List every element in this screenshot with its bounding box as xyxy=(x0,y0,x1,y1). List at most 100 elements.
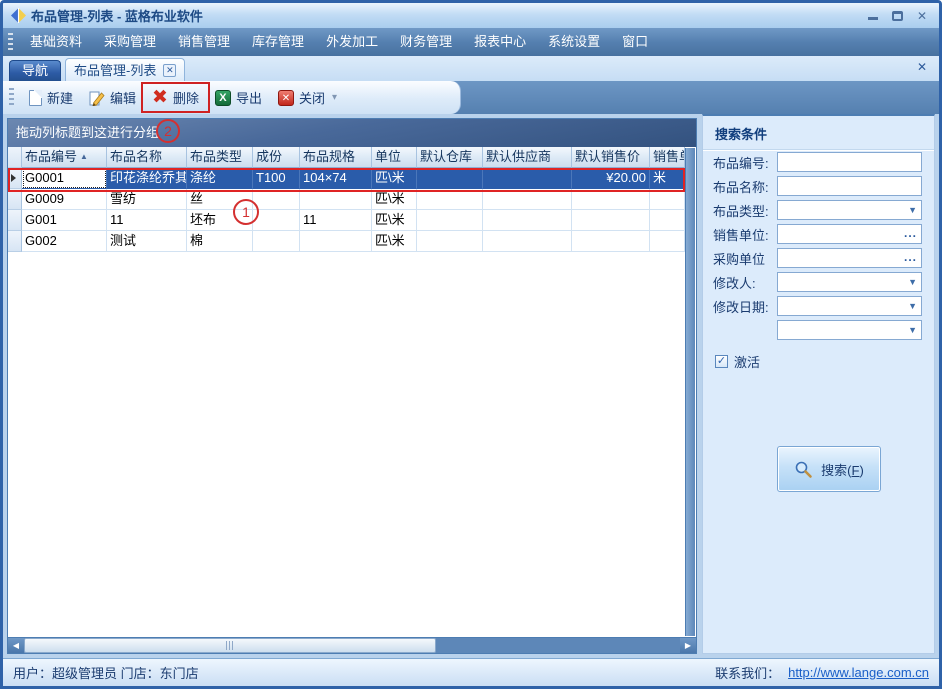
cell-spec[interactable] xyxy=(300,189,372,210)
cell-spec[interactable] xyxy=(300,231,372,252)
cell-price[interactable]: ¥20.00 xyxy=(572,168,650,189)
cell-price[interactable] xyxy=(572,189,650,210)
modify-date-from-combobox[interactable]: ▼ xyxy=(777,296,922,316)
cell-unit[interactable]: 匹\米 xyxy=(372,210,417,231)
table-row[interactable]: G0009 雪纺 丝 匹\米 xyxy=(8,189,685,210)
cell-composition[interactable] xyxy=(253,231,300,252)
scroll-left-icon[interactable]: ◀ xyxy=(8,638,24,653)
cell-name[interactable]: 测试 xyxy=(107,231,187,252)
chevron-down-icon[interactable]: ▼ xyxy=(908,325,917,335)
cell-sale-unit[interactable] xyxy=(650,189,685,210)
horizontal-scrollbar[interactable]: ◀ ▶ xyxy=(8,637,696,653)
chevron-down-icon[interactable]: ▾ xyxy=(332,92,337,103)
cell-warehouse[interactable] xyxy=(417,168,483,189)
cell-supplier[interactable] xyxy=(483,168,572,189)
menu-item-finance[interactable]: 财务管理 xyxy=(389,28,463,56)
menu-item-sales[interactable]: 销售管理 xyxy=(167,28,241,56)
chevron-down-icon[interactable]: ▼ xyxy=(908,301,917,311)
ellipsis-icon[interactable]: ... xyxy=(904,250,917,264)
column-header-spec[interactable]: 布品规格 xyxy=(300,147,372,168)
scrollbar-track[interactable] xyxy=(436,638,680,653)
tabstrip-close-icon[interactable]: ✕ xyxy=(917,60,927,74)
cell-sale-unit[interactable] xyxy=(650,210,685,231)
active-checkbox[interactable]: ✓ xyxy=(715,355,728,368)
tab-close-icon[interactable]: ✕ xyxy=(163,64,176,77)
column-header-warehouse[interactable]: 默认仓库 xyxy=(417,147,483,168)
column-header-composition[interactable]: 成份 xyxy=(253,147,300,168)
cell-supplier[interactable] xyxy=(483,231,572,252)
group-by-bar[interactable]: 拖动列标题到这进行分组 xyxy=(8,119,696,147)
cell-code[interactable]: G0009 xyxy=(22,189,107,210)
column-header-sale-unit[interactable]: 销售单位 xyxy=(650,147,685,168)
cell-warehouse[interactable] xyxy=(417,231,483,252)
code-input[interactable] xyxy=(778,153,921,171)
export-button[interactable]: X 导出 xyxy=(207,85,270,110)
table-row[interactable]: G001 11 坯布 11 匹\米 xyxy=(8,210,685,231)
cell-name[interactable]: 印花涤纶乔其 xyxy=(107,168,187,189)
menu-item-base-data[interactable]: 基础资料 xyxy=(19,28,93,56)
column-header-code[interactable]: 布品编号 ▲ xyxy=(22,147,107,168)
scrollbar-thumb[interactable] xyxy=(24,638,436,653)
cell-warehouse[interactable] xyxy=(417,189,483,210)
cell-type[interactable]: 棉 xyxy=(187,231,253,252)
column-header-supplier[interactable]: 默认供应商 xyxy=(483,147,572,168)
cell-composition[interactable] xyxy=(253,189,300,210)
menu-item-window[interactable]: 窗口 xyxy=(611,28,659,56)
menu-item-reports[interactable]: 报表中心 xyxy=(463,28,537,56)
modify-date-to-combobox[interactable]: ▼ xyxy=(777,320,922,340)
purchase-unit-picker[interactable]: ... xyxy=(777,248,922,268)
vertical-scrollbar[interactable] xyxy=(685,148,695,636)
cell-spec[interactable]: 104×74 xyxy=(300,168,372,189)
modifier-combobox[interactable]: ▼ xyxy=(777,272,922,292)
delete-button[interactable]: ✖ 删除 xyxy=(144,85,207,110)
menu-item-settings[interactable]: 系统设置 xyxy=(537,28,611,56)
cell-price[interactable] xyxy=(572,231,650,252)
cell-type[interactable]: 涤纶 xyxy=(187,168,253,189)
ellipsis-icon[interactable]: ... xyxy=(904,226,917,240)
menu-item-purchase[interactable]: 采购管理 xyxy=(93,28,167,56)
website-link[interactable]: http://www.lange.com.cn xyxy=(788,665,929,680)
row-selector-cell[interactable] xyxy=(8,168,22,189)
cell-spec[interactable]: 11 xyxy=(300,210,372,231)
row-selector-cell[interactable] xyxy=(8,189,22,210)
cell-type[interactable]: 坯布 xyxy=(187,210,253,231)
cell-unit[interactable]: 匹\米 xyxy=(372,168,417,189)
tab-navigation[interactable]: 导航 xyxy=(9,60,61,81)
cell-supplier[interactable] xyxy=(483,189,572,210)
column-header-unit[interactable]: 单位 xyxy=(372,147,417,168)
table-row-selected[interactable]: G0001 印花涤纶乔其 涤纶 T100 104×74 匹\米 ¥20.00 米 xyxy=(8,168,685,189)
row-selector-cell[interactable] xyxy=(8,210,22,231)
edit-button[interactable]: 编辑 xyxy=(81,85,144,110)
cell-composition[interactable]: T100 xyxy=(253,168,300,189)
cell-code[interactable]: G001 xyxy=(22,210,107,231)
cell-composition[interactable] xyxy=(253,210,300,231)
row-selector-cell[interactable] xyxy=(8,231,22,252)
chevron-down-icon[interactable]: ▼ xyxy=(908,205,917,215)
close-tab-button[interactable]: ✕ 关闭 ▾ xyxy=(270,85,345,110)
column-header-type[interactable]: 布品类型 xyxy=(187,147,253,168)
column-header-price[interactable]: 默认销售价 xyxy=(572,147,650,168)
cell-type[interactable]: 丝 xyxy=(187,189,253,210)
type-combobox[interactable]: ▼ xyxy=(777,200,922,220)
chevron-down-icon[interactable]: ▼ xyxy=(908,277,917,287)
cell-code[interactable]: G002 xyxy=(22,231,107,252)
search-button[interactable]: 搜索(F) xyxy=(777,446,881,492)
column-header-name[interactable]: 布品名称 xyxy=(107,147,187,168)
tab-fabric-list[interactable]: 布品管理-列表 ✕ xyxy=(65,58,185,81)
scroll-right-icon[interactable]: ▶ xyxy=(680,638,696,653)
cell-supplier[interactable] xyxy=(483,210,572,231)
cell-code[interactable]: G0001 xyxy=(22,168,107,189)
cell-price[interactable] xyxy=(572,210,650,231)
menu-item-inventory[interactable]: 库存管理 xyxy=(241,28,315,56)
new-button[interactable]: 新建 xyxy=(21,85,81,110)
minimize-icon[interactable] xyxy=(868,17,878,20)
cell-name[interactable]: 雪纺 xyxy=(107,189,187,210)
cell-unit[interactable]: 匹\米 xyxy=(372,231,417,252)
cell-name[interactable]: 11 xyxy=(107,210,187,231)
cell-sale-unit[interactable]: 米 xyxy=(650,168,685,189)
cell-unit[interactable]: 匹\米 xyxy=(372,189,417,210)
table-row[interactable]: G002 测试 棉 匹\米 xyxy=(8,231,685,252)
menu-item-outsourcing[interactable]: 外发加工 xyxy=(315,28,389,56)
name-input[interactable] xyxy=(778,177,921,195)
sale-unit-picker[interactable]: ... xyxy=(777,224,922,244)
